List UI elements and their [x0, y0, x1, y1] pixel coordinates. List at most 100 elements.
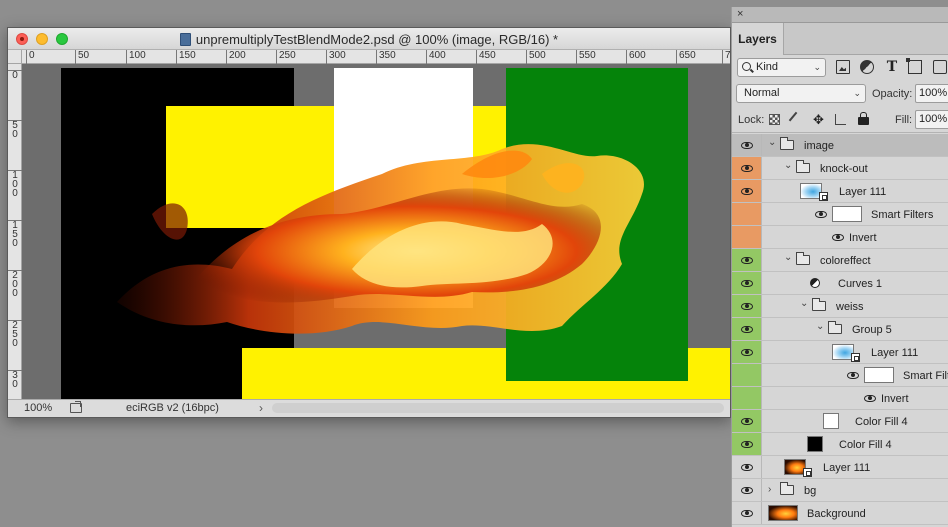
- layer-row-invert-nested[interactable]: Invert: [732, 387, 948, 410]
- ruler-origin[interactable]: [8, 50, 22, 64]
- horizontal-scrollbar[interactable]: [272, 403, 724, 413]
- visibility-cell[interactable]: [732, 456, 762, 478]
- layer-name: Layer 111: [823, 462, 871, 474]
- opacity-input[interactable]: 100%: [915, 84, 948, 103]
- color-fill-swatch[interactable]: [823, 413, 839, 429]
- layer-thumbnail: [768, 505, 798, 521]
- chevron-down-icon: ⌄: [813, 62, 821, 72]
- ruler-tick: 650: [676, 50, 696, 64]
- status-bar: 100% eciRGB v2 (16bpc) ›: [8, 399, 730, 417]
- eye-icon[interactable]: [741, 257, 753, 264]
- eye-icon[interactable]: [847, 372, 859, 379]
- horizontal-ruler[interactable]: 0 50 100 150 200 250 300 350 400 450 500…: [22, 50, 730, 64]
- visibility-cell[interactable]: [732, 134, 762, 156]
- layer-row-image[interactable]: ⌄ image: [732, 134, 948, 157]
- eye-icon[interactable]: [741, 510, 753, 517]
- ruler-tick: 550: [576, 50, 596, 64]
- eye-icon[interactable]: [741, 326, 753, 333]
- expand-arrow-icon[interactable]: ⌄: [768, 137, 776, 148]
- layer-row-knock-out[interactable]: ⌄ knock-out: [732, 157, 948, 180]
- smart-object-badge-icon: [803, 468, 812, 477]
- layer-row-group-5[interactable]: ⌄ Group 5: [732, 318, 948, 341]
- panel-topbar[interactable]: ×: [732, 7, 948, 23]
- expand-arrow-icon[interactable]: ⌄: [816, 321, 824, 332]
- layer-row-layer-111[interactable]: Layer 111: [732, 180, 948, 203]
- eye-icon[interactable]: [741, 487, 753, 494]
- collapse-arrow-icon[interactable]: ›: [768, 484, 771, 495]
- blend-row: Normal ⌄ Opacity: 100%: [732, 81, 948, 107]
- visibility-cell[interactable]: [732, 249, 762, 271]
- layer-row-invert[interactable]: Invert: [732, 226, 948, 249]
- visibility-cell[interactable]: [732, 318, 762, 340]
- status-menu-arrow[interactable]: ›: [259, 401, 263, 415]
- eye-icon[interactable]: [832, 234, 844, 241]
- layer-row-bg[interactable]: › bg: [732, 479, 948, 502]
- visibility-cell[interactable]: [732, 272, 762, 294]
- visibility-cell[interactable]: [732, 180, 762, 202]
- filter-smart-objects-icon[interactable]: [933, 60, 947, 74]
- layer-row-smart-filters[interactable]: Smart Filters: [732, 203, 948, 226]
- visibility-cell[interactable]: [732, 410, 762, 432]
- eye-icon[interactable]: [741, 280, 753, 287]
- color-fill-swatch[interactable]: [807, 436, 823, 452]
- layer-row-weiss[interactable]: ⌄ weiss: [732, 295, 948, 318]
- zoom-level[interactable]: 100%: [24, 402, 52, 414]
- visibility-cell[interactable]: [732, 157, 762, 179]
- filter-kind-select[interactable]: Kind ⌄: [737, 58, 826, 77]
- expand-arrow-icon[interactable]: ⌄: [800, 298, 808, 309]
- layer-row-curves-1[interactable]: Curves 1: [732, 272, 948, 295]
- vertical-ruler[interactable]: 0 50 100 150 200 250 30: [8, 64, 22, 399]
- filter-adjustment-layers-icon[interactable]: [860, 60, 874, 74]
- blend-mode-select[interactable]: Normal ⌄: [736, 84, 866, 103]
- layer-name: Smart Filters: [871, 209, 934, 221]
- lock-transparent-pixels-icon[interactable]: [769, 114, 780, 125]
- visibility-cell[interactable]: [732, 433, 762, 455]
- filter-type-layers-icon[interactable]: T: [885, 60, 899, 74]
- layer-row-color-fill-4-black[interactable]: Color Fill 4: [732, 433, 948, 456]
- eye-icon[interactable]: [741, 349, 753, 356]
- eye-icon[interactable]: [815, 211, 827, 218]
- layer-name: image: [804, 140, 834, 152]
- visibility-cell[interactable]: [732, 479, 762, 501]
- filter-mask-thumbnail[interactable]: [864, 367, 894, 383]
- tab-layers[interactable]: Layers: [732, 23, 784, 55]
- lock-all-icon[interactable]: [858, 112, 869, 125]
- visibility-cell[interactable]: [732, 295, 762, 317]
- layer-row-layer-111-nested[interactable]: Layer 111: [732, 341, 948, 364]
- lock-image-pixels-icon[interactable]: [788, 111, 805, 128]
- title-bar[interactable]: unpremultiplyTestBlendMode2.psd @ 100% (…: [8, 28, 730, 50]
- document-title: unpremultiplyTestBlendMode2.psd @ 100% (…: [8, 32, 730, 47]
- filter-mask-thumbnail[interactable]: [832, 206, 862, 222]
- layer-list: ⌄ image ⌄ knock-out Layer 111 Smart Filt…: [732, 134, 948, 525]
- visibility-cell[interactable]: [732, 341, 762, 363]
- layer-row-smart-filters-nested[interactable]: Smart Filt: [732, 364, 948, 387]
- lock-artboard-icon[interactable]: [835, 114, 846, 125]
- visibility-cell[interactable]: [732, 502, 762, 524]
- ruler-tick: 300: [326, 50, 346, 64]
- document-window: unpremultiplyTestBlendMode2.psd @ 100% (…: [7, 27, 731, 418]
- layer-row-background[interactable]: Background: [732, 502, 948, 525]
- expand-arrow-icon[interactable]: ⌄: [784, 252, 792, 263]
- lock-position-icon[interactable]: ✥: [813, 113, 824, 126]
- eye-icon[interactable]: [741, 441, 753, 448]
- layer-row-coloreffect[interactable]: ⌄ coloreffect: [732, 249, 948, 272]
- close-icon[interactable]: ×: [737, 8, 743, 20]
- eye-icon[interactable]: [741, 418, 753, 425]
- eye-icon[interactable]: [741, 303, 753, 310]
- fill-label: Fill:: [895, 114, 913, 126]
- layer-row-color-fill-4-white[interactable]: Color Fill 4: [732, 410, 948, 433]
- filter-pixel-layers-icon[interactable]: [836, 60, 850, 74]
- eye-icon[interactable]: [741, 142, 753, 149]
- export-icon[interactable]: [70, 401, 82, 413]
- layer-row-layer-111-top[interactable]: Layer 111: [732, 456, 948, 479]
- visibility-cell: [732, 364, 762, 386]
- canvas[interactable]: [22, 64, 730, 399]
- eye-icon[interactable]: [741, 188, 753, 195]
- eye-icon[interactable]: [864, 395, 876, 402]
- fill-input[interactable]: 100%: [915, 110, 948, 129]
- filter-shape-layers-icon[interactable]: [906, 58, 922, 74]
- ruler-tick: 100: [126, 50, 146, 64]
- eye-icon[interactable]: [741, 165, 753, 172]
- eye-icon[interactable]: [741, 464, 753, 471]
- expand-arrow-icon[interactable]: ⌄: [784, 160, 792, 171]
